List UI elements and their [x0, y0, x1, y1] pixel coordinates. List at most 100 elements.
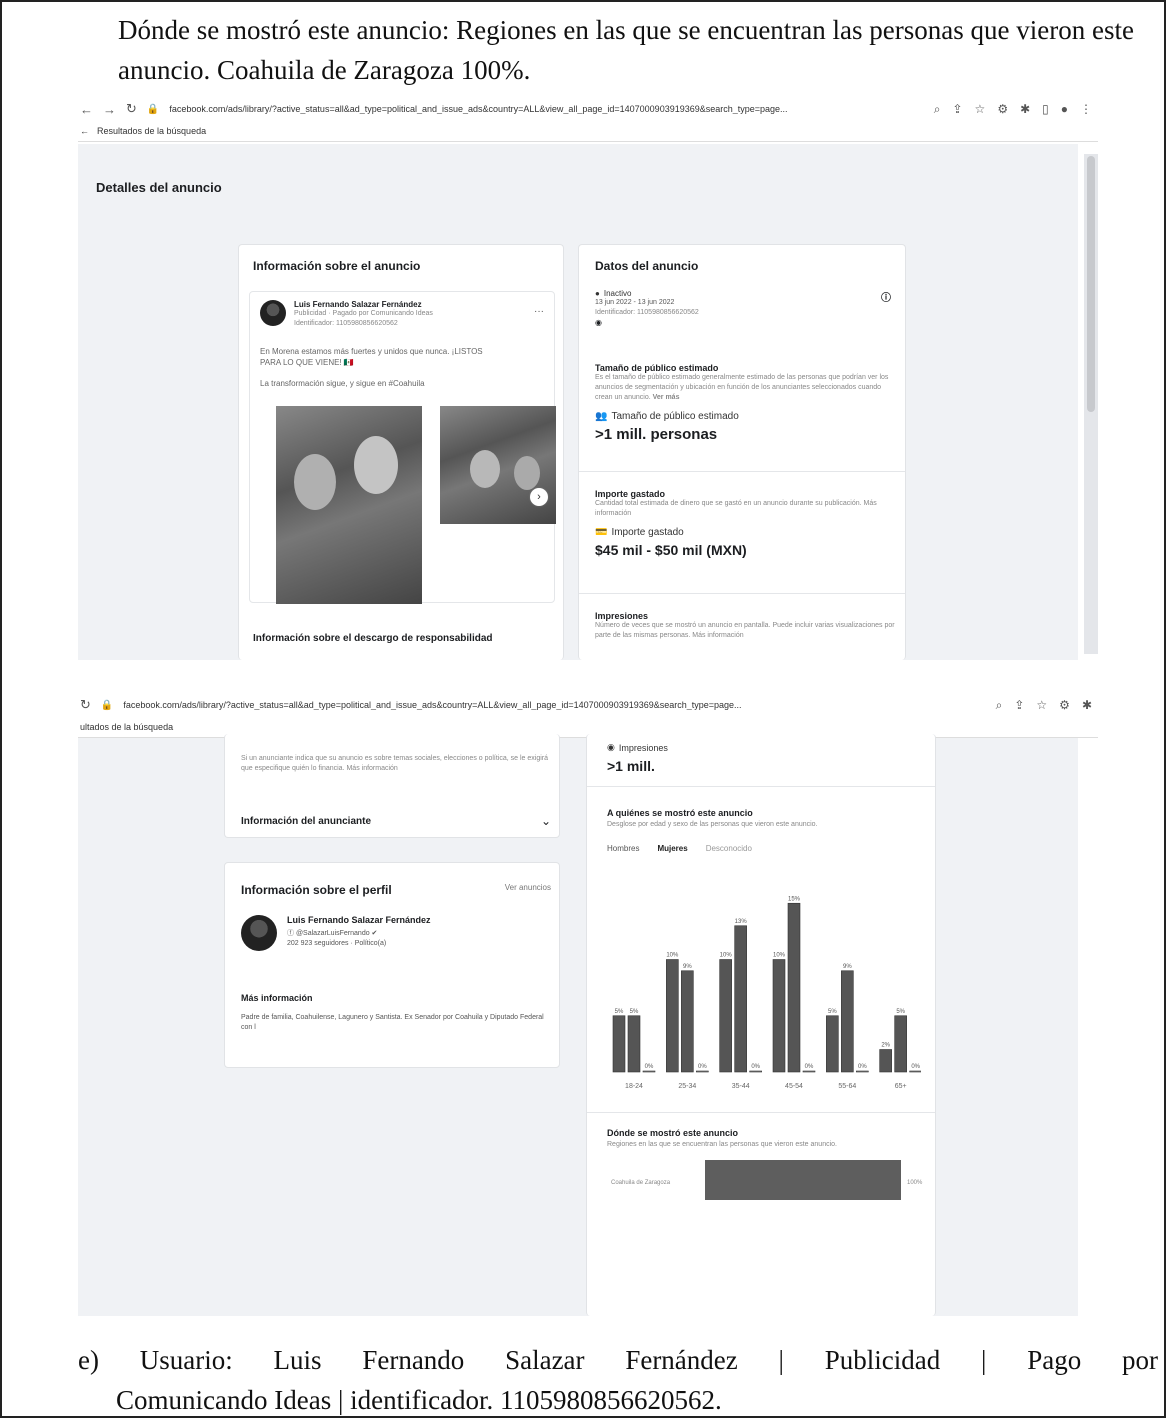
gender-tabs: Hombres Mujeres Desconocido — [607, 844, 752, 853]
region-pct: 100% — [907, 1180, 923, 1186]
extension-icon[interactable]: ⚙ — [997, 102, 1008, 117]
bar-label: 0% — [911, 1064, 920, 1070]
share-icon[interactable]: ⇪ — [952, 102, 962, 117]
bar-mujeres-45-54 — [787, 902, 801, 1073]
bar-hombres-25-34 — [666, 959, 679, 1073]
ad-data-title: Datos del anuncio — [595, 259, 699, 273]
profile-card: Información sobre el perfil Ver anuncios… — [224, 862, 560, 1068]
scrollbar-thumb[interactable] — [1087, 156, 1095, 412]
chevron-down-icon: ⌄ — [540, 814, 551, 828]
x-tick-label: 45-54 — [785, 1083, 803, 1090]
profile-handle[interactable]: @SalazarLuisFernando — [296, 930, 370, 937]
bar-mujeres-35-44 — [734, 925, 747, 1073]
carousel-next-button[interactable]: › — [530, 488, 548, 506]
see-ads-link[interactable]: Ver anuncios — [505, 883, 551, 892]
region-name: Coahuila de Zaragoza — [611, 1180, 671, 1186]
bar-desconocido-18-24 — [642, 1070, 656, 1073]
ad-data-identifier: Identificador: 1105980856620562 — [595, 309, 699, 316]
menu-icon[interactable]: ⋮ — [1080, 102, 1092, 117]
sidebar-icon[interactable]: ▯ — [1042, 102, 1049, 117]
profile-name[interactable]: Luis Fernando Salazar Fernández — [287, 915, 431, 925]
ad-status: Inactivo — [603, 289, 632, 298]
forward-arrow-icon[interactable]: → — [103, 102, 116, 117]
where-title: Dónde se mostró este anuncio — [607, 1128, 739, 1138]
x-tick-label: 35-44 — [732, 1083, 750, 1090]
screenshot-ad-details-bottom: ↻ 🔒 facebook.com/ads/library/?active_sta… — [78, 694, 1098, 1316]
disclaimer-title: Información sobre el descargo de respons… — [253, 633, 493, 644]
bar-label: 10% — [773, 953, 786, 959]
bar-hombres-65+ — [879, 1049, 892, 1073]
bar-label: 15% — [788, 896, 801, 902]
bar-hombres-45-54 — [772, 959, 786, 1073]
puzzle-icon[interactable]: ✱ — [1020, 102, 1030, 117]
info-icon[interactable]: ⓘ — [881, 289, 891, 304]
tab-mujeres[interactable]: Mujeres — [657, 844, 687, 853]
disclaimer-desc: Si un anunciante indica que su anuncio e… — [241, 755, 549, 772]
bar-label: 5% — [615, 1009, 624, 1015]
advertiser-name[interactable]: Luis Fernando Salazar Fernández — [294, 300, 433, 309]
back-to-results-label: ultados de la búsqueda — [80, 721, 174, 732]
ad-info-title: Información sobre el anuncio — [253, 259, 421, 273]
tab-hombres[interactable]: Hombres — [607, 844, 639, 853]
sponsor-text: Publicidad · Pagado por Comunicando Idea… — [294, 310, 433, 317]
bar-mujeres-25-34 — [681, 970, 694, 1073]
bar-label: 5% — [896, 1009, 905, 1015]
bar-label: 0% — [805, 1064, 814, 1070]
scrollbar[interactable] — [1084, 154, 1098, 654]
ad-data-card: Datos del anuncio ⓘ ● Inactivo 13 jun 202… — [578, 244, 906, 660]
ad-photo-1[interactable] — [276, 406, 422, 604]
reload-icon[interactable]: ↻ — [126, 101, 137, 117]
impressions-value: >1 mill. — [607, 758, 655, 774]
money-icon: 💳 — [595, 527, 608, 538]
address-bar[interactable]: facebook.com/ads/library/?active_status=… — [123, 700, 985, 710]
bar-label: 0% — [698, 1064, 707, 1070]
zoom-icon[interactable]: ⌕ — [934, 102, 941, 117]
zoom-icon[interactable]: ⌕ — [996, 698, 1003, 713]
bar-label: 0% — [751, 1064, 760, 1070]
bar-label: 9% — [843, 964, 852, 970]
reload-icon[interactable]: ↻ — [80, 697, 91, 713]
bar-desconocido-35-44 — [749, 1070, 762, 1073]
spend-title: Importe gastado — [595, 489, 666, 499]
audience-value: >1 mill. personas — [595, 426, 718, 443]
ad-dates: 13 jun 2022 - 13 jun 2022 — [595, 299, 675, 306]
bar-desconocido-65+ — [909, 1070, 921, 1073]
share-icon[interactable]: ⇪ — [1014, 698, 1024, 713]
audience-title: Tamaño de público estimado — [595, 363, 719, 373]
impressions-desc: Número de veces que se mostró un anuncio… — [595, 622, 895, 639]
inactive-icon: ● — [595, 289, 600, 298]
advertiser-avatar — [260, 300, 286, 326]
spend-label: Importe gastado — [611, 527, 684, 538]
puzzle-icon[interactable]: ✱ — [1082, 698, 1092, 713]
star-icon[interactable]: ☆ — [1036, 698, 1047, 713]
ad-photo-2[interactable] — [440, 406, 556, 524]
people-icon: 👥 — [595, 411, 608, 422]
advertiser-info-toggle[interactable]: Información del anunciante ⌄ — [241, 814, 551, 828]
star-icon[interactable]: ☆ — [975, 102, 986, 117]
profile-icon[interactable]: ● — [1061, 102, 1068, 117]
see-more-link[interactable]: Ver más — [653, 394, 680, 401]
intro-text: Dónde se mostró este anuncio: Regiones e… — [118, 15, 1134, 85]
divider — [579, 471, 905, 472]
more-options-icon[interactable]: ··· — [534, 306, 544, 317]
back-to-results[interactable]: ← Resultados de la búsqueda — [78, 120, 1098, 142]
divider — [579, 593, 905, 594]
bar-mujeres-18-24 — [627, 1015, 641, 1073]
back-arrow-icon[interactable]: ← — [80, 102, 93, 117]
back-to-results-label: Resultados de la búsqueda — [97, 125, 207, 136]
divider — [587, 1112, 935, 1113]
spend-desc: Cantidad total estimada de dinero que se… — [595, 500, 877, 517]
more-info-title: Más información — [241, 993, 313, 1003]
verified-icon: ✔ — [369, 930, 378, 937]
eye-icon: ◉ — [607, 742, 615, 752]
profile-title: Información sobre el perfil — [241, 883, 392, 897]
tab-desconocido[interactable]: Desconocido — [706, 844, 752, 853]
address-bar[interactable]: facebook.com/ads/library/?active_status=… — [169, 104, 923, 114]
extension-icon[interactable]: ⚙ — [1059, 698, 1070, 713]
bar-hombres-35-44 — [719, 959, 732, 1073]
audience-card: ◉ Impresiones >1 mill. A quiénes se mostr… — [586, 734, 936, 1316]
divider — [587, 786, 935, 787]
browser-toolbar: ↻ 🔒 facebook.com/ads/library/?active_sta… — [78, 694, 1098, 716]
bar-label: 0% — [858, 1064, 867, 1070]
ad-identifier: Identificador: 1105980856620562 — [294, 320, 398, 327]
